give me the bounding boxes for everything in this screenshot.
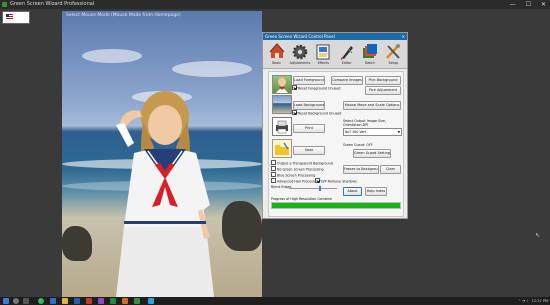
green-screen-app-icon[interactable] (134, 298, 140, 304)
control-panel-title: Green Screen Wizard Control Panel ✕ (263, 33, 407, 40)
save-button[interactable]: Save (293, 146, 325, 155)
word-icon[interactable] (74, 298, 80, 304)
progress-label: Progress of High Resolution Combine (271, 197, 332, 201)
print-button[interactable]: Print (293, 124, 325, 133)
control-panel-toolbar: Basic Adjustments Effects Editor Batch S… (263, 40, 407, 69)
minimize-button[interactable]: — (510, 0, 516, 9)
window-title: Green Screen Wizard Professional (10, 1, 95, 7)
app-icon (2, 2, 7, 7)
load-foreground-button[interactable]: Load Foreground (293, 76, 325, 85)
foreground-thumbnail[interactable] (272, 75, 292, 94)
title-bar: Green Screen Wizard Professional — ☐ ✕ (0, 0, 550, 9)
blend-edges-slider[interactable] (289, 186, 337, 191)
file-explorer-icon[interactable] (62, 298, 68, 304)
language-flag-button[interactable] (2, 11, 30, 24)
pick-adjustment-button[interactable]: Pick Adjustment (365, 86, 401, 95)
system-tray: ⌃ ◔ ♪ 12:21 PM (518, 297, 548, 305)
taskbar: ⌃ ◔ ♪ 12:21 PM (0, 297, 550, 305)
app-red-icon[interactable] (86, 298, 92, 304)
mouse-move-options-button[interactable]: Mouse Move and Scale Options (343, 101, 401, 110)
clock: 12:21 PM (531, 299, 548, 303)
output-size-select[interactable]: 8x7 300 Vert ▼ (343, 128, 402, 136)
tool-adjustments[interactable]: Adjustments (290, 42, 310, 68)
edge-icon[interactable] (50, 298, 56, 304)
excel-icon[interactable] (110, 298, 116, 304)
help-index-button[interactable]: Help Index (365, 187, 387, 196)
progress-fill (272, 203, 400, 208)
control-panel: Green Screen Wizard Control Panel ✕ Basic… (262, 32, 408, 219)
app-blue-icon[interactable] (148, 298, 154, 304)
clear-button[interactable]: Clear (380, 165, 401, 174)
close-button[interactable]: ✕ (541, 0, 546, 9)
app-orange-icon[interactable] (122, 298, 128, 304)
load-background-button[interactable]: Load Background (293, 101, 325, 110)
mouse-cursor-icon: ↖ (535, 232, 541, 239)
printer-icon (276, 120, 288, 134)
paintbrush-icon (340, 46, 353, 60)
reset-foreground-checkbox[interactable]: Reset Foreground Unused (292, 85, 341, 92)
slider-knob[interactable] (318, 186, 321, 191)
image-caption: Select Mouse Mode (Mouse Mode from Homep… (66, 13, 181, 18)
save-thumbnail[interactable] (272, 139, 292, 158)
us-flag-icon (6, 14, 13, 19)
compare-images-button[interactable]: Compare Images (331, 76, 363, 85)
composite-image-canvas[interactable]: Select Mouse Mode (Mouse Mode from Homep… (62, 11, 262, 298)
maximize-button[interactable]: ☐ (526, 0, 531, 9)
freeze-to-background-button[interactable]: Freeze to Background (343, 165, 379, 174)
combine-progress-bar (271, 202, 401, 209)
print-thumbnail[interactable] (272, 117, 292, 136)
save-folder-icon (275, 142, 289, 155)
tool-setup[interactable]: Setup (384, 42, 403, 68)
house-icon (269, 43, 285, 58)
panel-close-icon[interactable]: ✕ (402, 33, 405, 40)
tool-batch[interactable]: Batch (360, 42, 379, 68)
tray-icons[interactable]: ⌃ ◔ ♪ (518, 297, 528, 305)
chrome-icon[interactable] (38, 298, 44, 304)
remove-shadows-checkbox[interactable]: D/P Remove Shadows (315, 178, 357, 185)
search-icon[interactable] (13, 298, 19, 304)
gear-icon (292, 44, 308, 60)
tool-basic[interactable]: Basic (267, 42, 286, 68)
task-view-icon[interactable] (23, 298, 29, 304)
background-thumbnail[interactable] (272, 95, 292, 114)
advanced-hair-checkbox[interactable]: Advanced Hair Processing (271, 178, 320, 185)
basic-tab-content: Load Foreground Compare Images Pick Back… (268, 71, 404, 217)
pick-background-button[interactable]: Pick Background (365, 76, 401, 85)
green-guard-settings-button[interactable]: Green Guard Settings (353, 149, 391, 158)
about-button[interactable]: About (343, 187, 362, 196)
tools-icon (386, 44, 401, 59)
app-purple-icon[interactable] (98, 298, 104, 304)
effects-icon (316, 44, 330, 60)
tool-effects[interactable]: Effects (314, 42, 333, 68)
batch-icon (362, 44, 377, 58)
green-guard-status: Green Guard: OFF (343, 143, 373, 147)
output-size-label: Select Output Image Size, Orientation,DP… (343, 119, 386, 127)
tool-editor[interactable]: Editor (337, 42, 356, 68)
girl-foreground-subject[interactable] (110, 87, 220, 298)
reset-background-checkbox[interactable]: Reset Background Unused (292, 110, 341, 117)
start-icon[interactable] (3, 298, 9, 304)
